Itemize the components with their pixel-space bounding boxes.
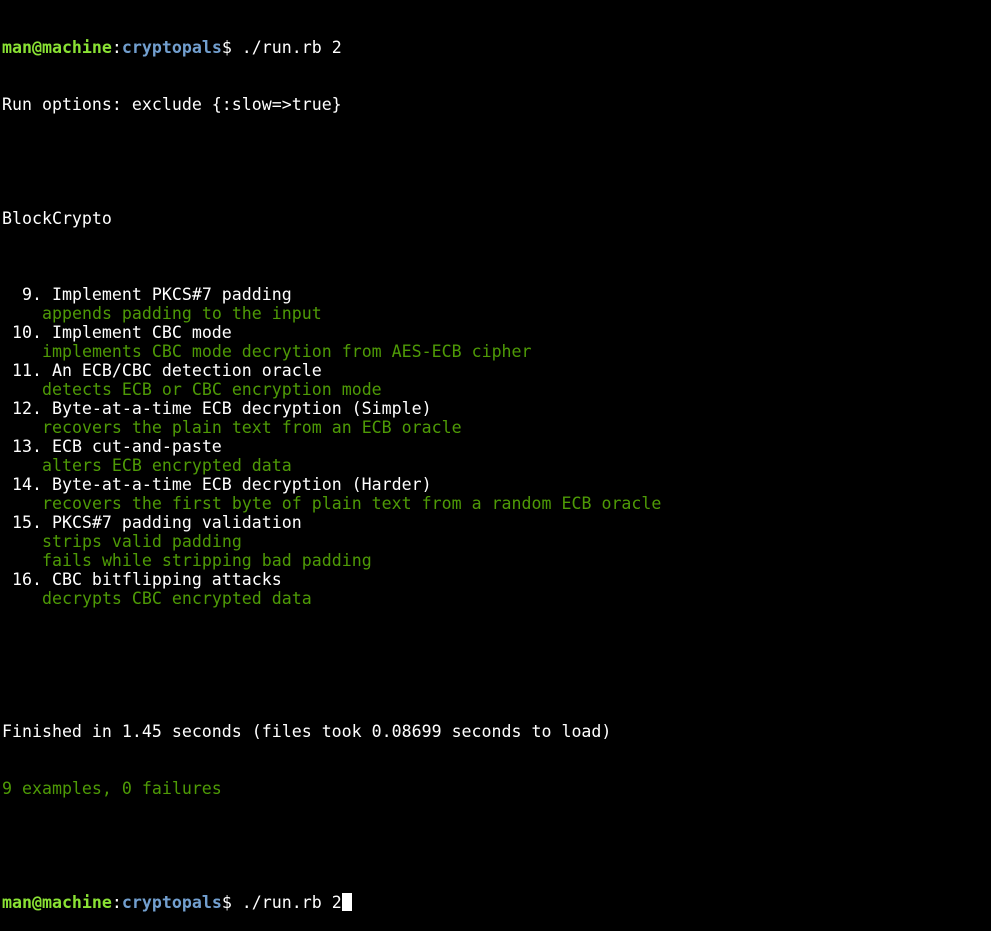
test-results-list: 9. Implement PKCS#7 padding appends paddi… bbox=[2, 285, 991, 608]
prompt-command: ./run.rb 2 bbox=[231, 38, 342, 57]
test-example-passed: fails while stripping bad padding bbox=[42, 551, 372, 570]
prompt-user-host: man@machine bbox=[2, 38, 112, 57]
prompt-user-host: man@machine bbox=[2, 893, 112, 912]
test-group-label: 16. CBC bitflipping attacks bbox=[12, 570, 282, 589]
test-group-label: 15. PKCS#7 padding validation bbox=[12, 513, 302, 532]
prompt-symbol: $ bbox=[221, 893, 232, 912]
run-options-line: Run options: exclude {:slow=>true} bbox=[2, 95, 342, 114]
prompt-separator: : bbox=[111, 893, 122, 912]
prompt-symbol: $ bbox=[221, 38, 232, 57]
command-input[interactable]: ./run.rb 2 bbox=[232, 893, 342, 912]
test-example-passed: alters ECB encrypted data bbox=[42, 456, 292, 475]
prompt-separator: : bbox=[111, 38, 122, 57]
prompt-directory: cryptopals bbox=[121, 38, 222, 57]
terminal-window[interactable]: man@machine:cryptopals$ ./run.rb 2 Run o… bbox=[0, 0, 991, 912]
finished-line: Finished in 1.45 seconds (files took 0.0… bbox=[2, 722, 612, 741]
summary-line: 9 examples, 0 failures bbox=[2, 779, 222, 798]
test-group-label: 14. Byte-at-a-time ECB decryption (Harde… bbox=[12, 475, 432, 494]
test-group-label: 12. Byte-at-a-time ECB decryption (Simpl… bbox=[12, 399, 432, 418]
test-example-passed: strips valid padding bbox=[42, 532, 242, 551]
test-example-passed: appends padding to the input bbox=[42, 304, 322, 323]
suite-title: BlockCrypto bbox=[2, 209, 112, 228]
prompt-directory: cryptopals bbox=[121, 893, 222, 912]
test-example-passed: detects ECB or CBC encryption mode bbox=[42, 380, 382, 399]
text-cursor bbox=[341, 893, 352, 911]
test-example-passed: decrypts CBC encrypted data bbox=[42, 589, 312, 608]
test-example-passed: recovers the plain text from an ECB orac… bbox=[42, 418, 462, 437]
test-example-passed: recovers the first byte of plain text fr… bbox=[42, 494, 662, 513]
test-group-label: 11. An ECB/CBC detection oracle bbox=[12, 361, 322, 380]
test-group-label: 9. Implement PKCS#7 padding bbox=[22, 285, 292, 304]
test-example-passed: implements CBC mode decrytion from AES-E… bbox=[42, 342, 532, 361]
test-group-label: 10. Implement CBC mode bbox=[12, 323, 232, 342]
test-group-label: 13. ECB cut-and-paste bbox=[12, 437, 222, 456]
prompt-line-previous: man@machine:cryptopals$ ./run.rb 2 bbox=[2, 38, 991, 57]
prompt-line-current[interactable]: man@machine:cryptopals$ ./run.rb 2 bbox=[2, 893, 991, 912]
